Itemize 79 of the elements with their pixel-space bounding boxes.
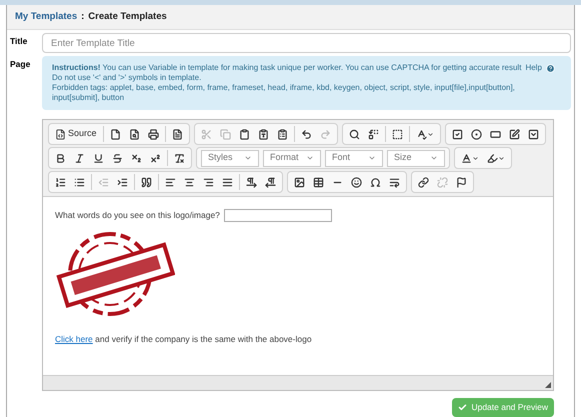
format-dropdown[interactable]: Size: [387, 150, 445, 166]
bold-icon: [55, 152, 66, 164]
select-icon: [528, 128, 539, 140]
unlink-icon: [437, 176, 448, 188]
image-icon: [294, 176, 305, 188]
field-label: Page: [10, 58, 32, 71]
italic-icon: [74, 152, 85, 164]
instructions-text: Forbidden tags: applet, base, embed, form, frame, frameset, head, iframe, kbd, keygen, object, script, style, input[file],input[button], input[submit], button: [52, 83, 516, 103]
format-dropdown[interactable]: Styles: [201, 150, 259, 166]
paste-text-icon: [258, 128, 269, 140]
title-field[interactable]: Enter Template Title: [42, 33, 571, 53]
wrap-icon: [389, 176, 400, 188]
ltr-icon: [246, 176, 257, 188]
text-color-icon: [461, 152, 472, 164]
subscript-icon: [131, 152, 142, 164]
quote-icon: [141, 176, 152, 188]
undo-icon: [300, 128, 312, 140]
paste-list-icon: [276, 128, 288, 140]
bulleted-list-icon: [74, 176, 85, 188]
source-button[interactable]: Source: [51, 124, 101, 144]
cut-icon: [200, 128, 212, 140]
search-icon: [348, 128, 360, 140]
question-text: What words do you see on this logo/image?: [55, 209, 220, 222]
align-right-icon: [203, 176, 214, 188]
align-center-icon: [184, 176, 195, 188]
replace-icon: [368, 128, 379, 140]
help-link[interactable]: Help: [525, 63, 542, 73]
breadcrumb-separator: :: [81, 10, 84, 24]
page-title: Create Templates: [88, 10, 167, 24]
caret-icon: [244, 154, 252, 162]
table-icon: [313, 176, 324, 188]
radio-icon: [470, 128, 482, 140]
field-label: Title: [10, 35, 28, 48]
justify-icon: [222, 176, 233, 188]
background-color-icon: [487, 152, 498, 164]
underline-icon: [93, 152, 104, 164]
omega-icon: [370, 176, 381, 188]
align-left-icon: [165, 176, 176, 188]
format-dropdown[interactable]: Font: [325, 150, 383, 166]
check-icon: [458, 403, 468, 412]
rtl-icon: [265, 176, 276, 188]
print-icon: [148, 128, 159, 140]
preview-icon: [128, 128, 140, 140]
answer-field[interactable]: [224, 209, 332, 222]
update-preview-button[interactable]: Update and Preview: [452, 398, 554, 417]
select-all-icon: [392, 128, 403, 140]
format-dropdown[interactable]: Format: [263, 150, 321, 166]
instructions-text: Instructions! You can use Variable in template for making task unique per worker. You can use CAPTCHA for getting accurate result: [52, 63, 522, 73]
checkbox-icon: [452, 128, 463, 140]
caret-icon: [426, 130, 434, 138]
copy-icon: [220, 128, 231, 140]
caret-icon: [472, 154, 479, 162]
smiley-icon: [351, 176, 362, 188]
link-icon: [418, 176, 429, 188]
resize-handle-icon: [545, 382, 551, 388]
code-file-icon: [55, 128, 66, 140]
strikethrough-icon: [112, 152, 123, 164]
text-field-icon: [490, 128, 501, 140]
click-here-link[interactable]: Click here: [55, 334, 93, 344]
numbered-list-icon: [55, 176, 66, 188]
flag-icon: [456, 176, 467, 188]
redo-icon: [320, 128, 331, 140]
page-icon: [110, 128, 121, 140]
remove-format-icon: [174, 152, 185, 164]
caret-icon: [498, 154, 505, 162]
instructions-text: Do not use '<' and '>' symbols in template.: [52, 73, 202, 83]
help-icon: [546, 64, 555, 72]
superscript-icon: [150, 152, 161, 164]
verify-sentence: Click here and verify if the company is the same with the above-logo: [55, 333, 313, 346]
indent-icon: [117, 176, 128, 188]
textarea-icon: [508, 128, 520, 140]
outdent-icon: [98, 176, 109, 188]
spellcheck-icon: [416, 128, 427, 140]
caret-icon: [368, 154, 376, 162]
breadcrumb-link[interactable]: My Templates: [15, 10, 78, 24]
document-icon: [172, 128, 183, 140]
caret-icon: [430, 154, 438, 162]
caret-icon: [306, 154, 314, 162]
paste-icon: [238, 128, 250, 140]
